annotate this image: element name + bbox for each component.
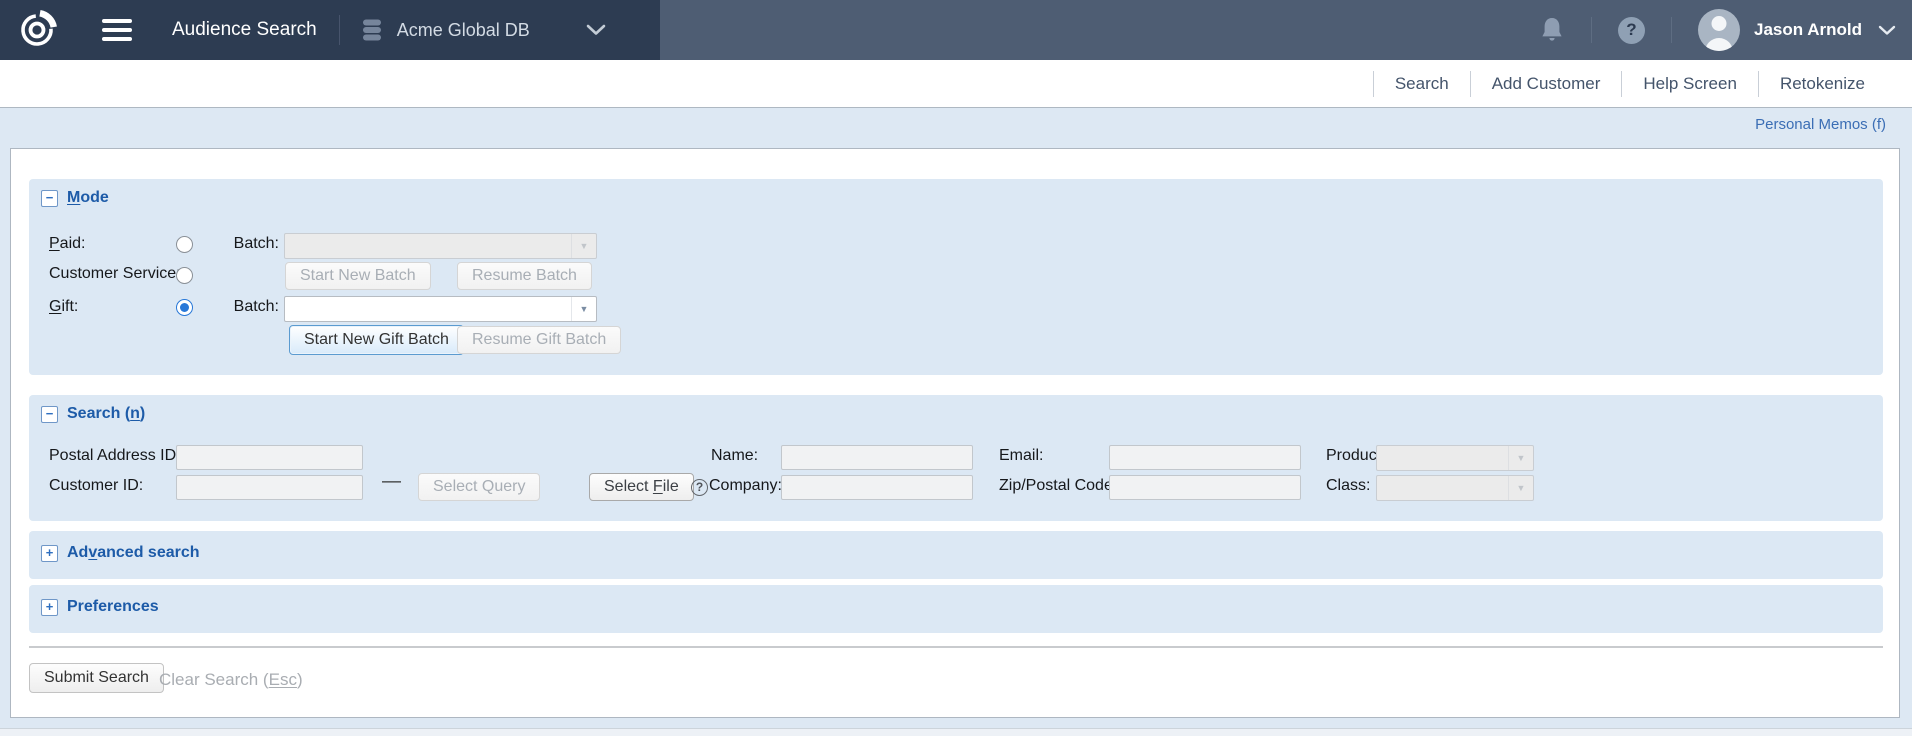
header-divider bbox=[338, 15, 340, 45]
name-input[interactable] bbox=[781, 445, 973, 470]
toolbar-link-search[interactable]: Search bbox=[1374, 74, 1470, 94]
advanced-search-header[interactable]: + Advanced search bbox=[41, 544, 200, 562]
resume-batch-button: Resume Batch bbox=[457, 262, 592, 290]
advanced-search-title: Advanced search bbox=[67, 544, 200, 561]
app-logo-icon bbox=[21, 10, 57, 46]
class-dropdown: ▼ bbox=[1376, 475, 1534, 501]
menu-hamburger-icon[interactable] bbox=[102, 19, 132, 41]
notifications-bell-icon[interactable] bbox=[1539, 16, 1565, 44]
user-avatar[interactable] bbox=[1698, 9, 1740, 51]
company-input[interactable] bbox=[781, 475, 973, 500]
customer-id-label: Customer ID: bbox=[49, 477, 144, 494]
database-selector[interactable]: Acme Global DB bbox=[362, 18, 606, 42]
dropdown-arrow-icon: ▼ bbox=[571, 234, 596, 258]
actions-divider bbox=[29, 646, 1883, 648]
expand-toggle-icon[interactable]: + bbox=[41, 544, 58, 562]
paid-batch-dropdown-value bbox=[285, 234, 571, 258]
postal-address-id-label: Postal Address ID: bbox=[49, 447, 181, 464]
zip-postal-code-input[interactable] bbox=[1109, 475, 1301, 500]
collapse-toggle-icon[interactable]: − bbox=[41, 405, 58, 423]
select-file-button[interactable]: Select File bbox=[589, 473, 694, 501]
collapse-toggle-icon[interactable]: − bbox=[41, 189, 58, 207]
range-dash: — bbox=[382, 471, 401, 492]
company-help-icon: ? bbox=[691, 479, 708, 496]
email-label: Email: bbox=[999, 447, 1044, 464]
action-links-bar: Search Add Customer Help Screen Retokeni… bbox=[0, 60, 1912, 108]
app-header: Audience Search Acme Global DB ? Jason A… bbox=[0, 0, 1912, 60]
dropdown-arrow-icon: ▼ bbox=[1508, 476, 1533, 500]
gift-label: Gift: bbox=[49, 298, 79, 315]
preferences-header[interactable]: + Preferences bbox=[41, 598, 159, 616]
class-label: Class: bbox=[1326, 477, 1371, 494]
gift-batch-label: Batch: bbox=[233, 298, 279, 315]
toolbar-link-help-screen[interactable]: Help Screen bbox=[1622, 74, 1758, 94]
page-title: Audience Search bbox=[172, 19, 317, 40]
start-new-batch-button: Start New Batch bbox=[285, 262, 431, 290]
company-label: Company: bbox=[709, 477, 782, 494]
preferences-title: Preferences bbox=[67, 598, 159, 615]
customer-service-radio[interactable] bbox=[176, 267, 193, 284]
submit-search-button[interactable]: Submit Search bbox=[29, 663, 164, 693]
database-name: Acme Global DB bbox=[396, 19, 530, 40]
paid-batch-dropdown: ▼ bbox=[284, 233, 597, 259]
postal-address-id-input[interactable] bbox=[176, 445, 363, 470]
name-label: Name: bbox=[711, 447, 759, 464]
gift-batch-dropdown-value bbox=[285, 297, 571, 321]
dropdown-arrow-icon: ▼ bbox=[571, 297, 596, 321]
search-section: − Search (n) Postal Address ID: Name: Em… bbox=[29, 395, 1883, 521]
search-form-panel: − Mode Paid: Customer Service: Gift: Bat… bbox=[10, 148, 1900, 718]
search-section-header[interactable]: − Search (n) bbox=[41, 405, 145, 423]
toolbar-link-retokenize[interactable]: Retokenize bbox=[1759, 74, 1886, 94]
header-right-group: ? Jason Arnold bbox=[1539, 0, 1912, 60]
paid-radio[interactable] bbox=[176, 236, 193, 253]
mode-section-title: Mode bbox=[67, 189, 109, 206]
database-icon bbox=[362, 19, 381, 41]
zip-postal-code-label: Zip/Postal Code: bbox=[999, 477, 1118, 494]
chevron-down-icon bbox=[586, 24, 606, 35]
mode-section: − Mode Paid: Customer Service: Gift: Bat… bbox=[29, 179, 1883, 375]
user-name[interactable]: Jason Arnold bbox=[1754, 20, 1862, 40]
clear-search-text: Clear Search (Esc) bbox=[159, 670, 303, 689]
page-footer-bar bbox=[0, 728, 1912, 736]
customer-id-input[interactable] bbox=[176, 475, 363, 500]
paid-batch-label: Batch: bbox=[233, 235, 279, 252]
paid-label: Paid: bbox=[49, 235, 86, 252]
resume-gift-batch-button: Resume Gift Batch bbox=[457, 326, 622, 354]
personal-memos-link[interactable]: Personal Memos (f) bbox=[1755, 116, 1886, 133]
header-divider bbox=[1591, 17, 1592, 43]
gift-batch-dropdown[interactable]: ▼ bbox=[284, 296, 597, 322]
toolbar-link-add-customer[interactable]: Add Customer bbox=[1471, 74, 1622, 94]
product-dropdown: ▼ bbox=[1376, 445, 1534, 471]
dropdown-arrow-icon: ▼ bbox=[1508, 446, 1533, 470]
chevron-down-icon[interactable] bbox=[1878, 25, 1896, 36]
header-left-group: Audience Search Acme Global DB bbox=[0, 0, 660, 60]
select-query-button: Select Query bbox=[418, 473, 541, 501]
gift-radio[interactable] bbox=[176, 299, 193, 316]
product-dropdown-value bbox=[1377, 446, 1508, 470]
advanced-search-section: + Advanced search bbox=[29, 531, 1883, 579]
start-new-gift-batch-button[interactable]: Start New Gift Batch bbox=[289, 325, 464, 355]
expand-toggle-icon[interactable]: + bbox=[41, 598, 58, 616]
mode-section-header[interactable]: − Mode bbox=[41, 189, 109, 207]
class-dropdown-value bbox=[1377, 476, 1508, 500]
customer-service-label: Customer Service: bbox=[49, 265, 181, 282]
email-input[interactable] bbox=[1109, 445, 1301, 470]
search-section-title: Search (n) bbox=[67, 405, 146, 422]
header-divider bbox=[1671, 17, 1672, 43]
help-icon[interactable]: ? bbox=[1618, 16, 1645, 44]
preferences-section: + Preferences bbox=[29, 585, 1883, 633]
